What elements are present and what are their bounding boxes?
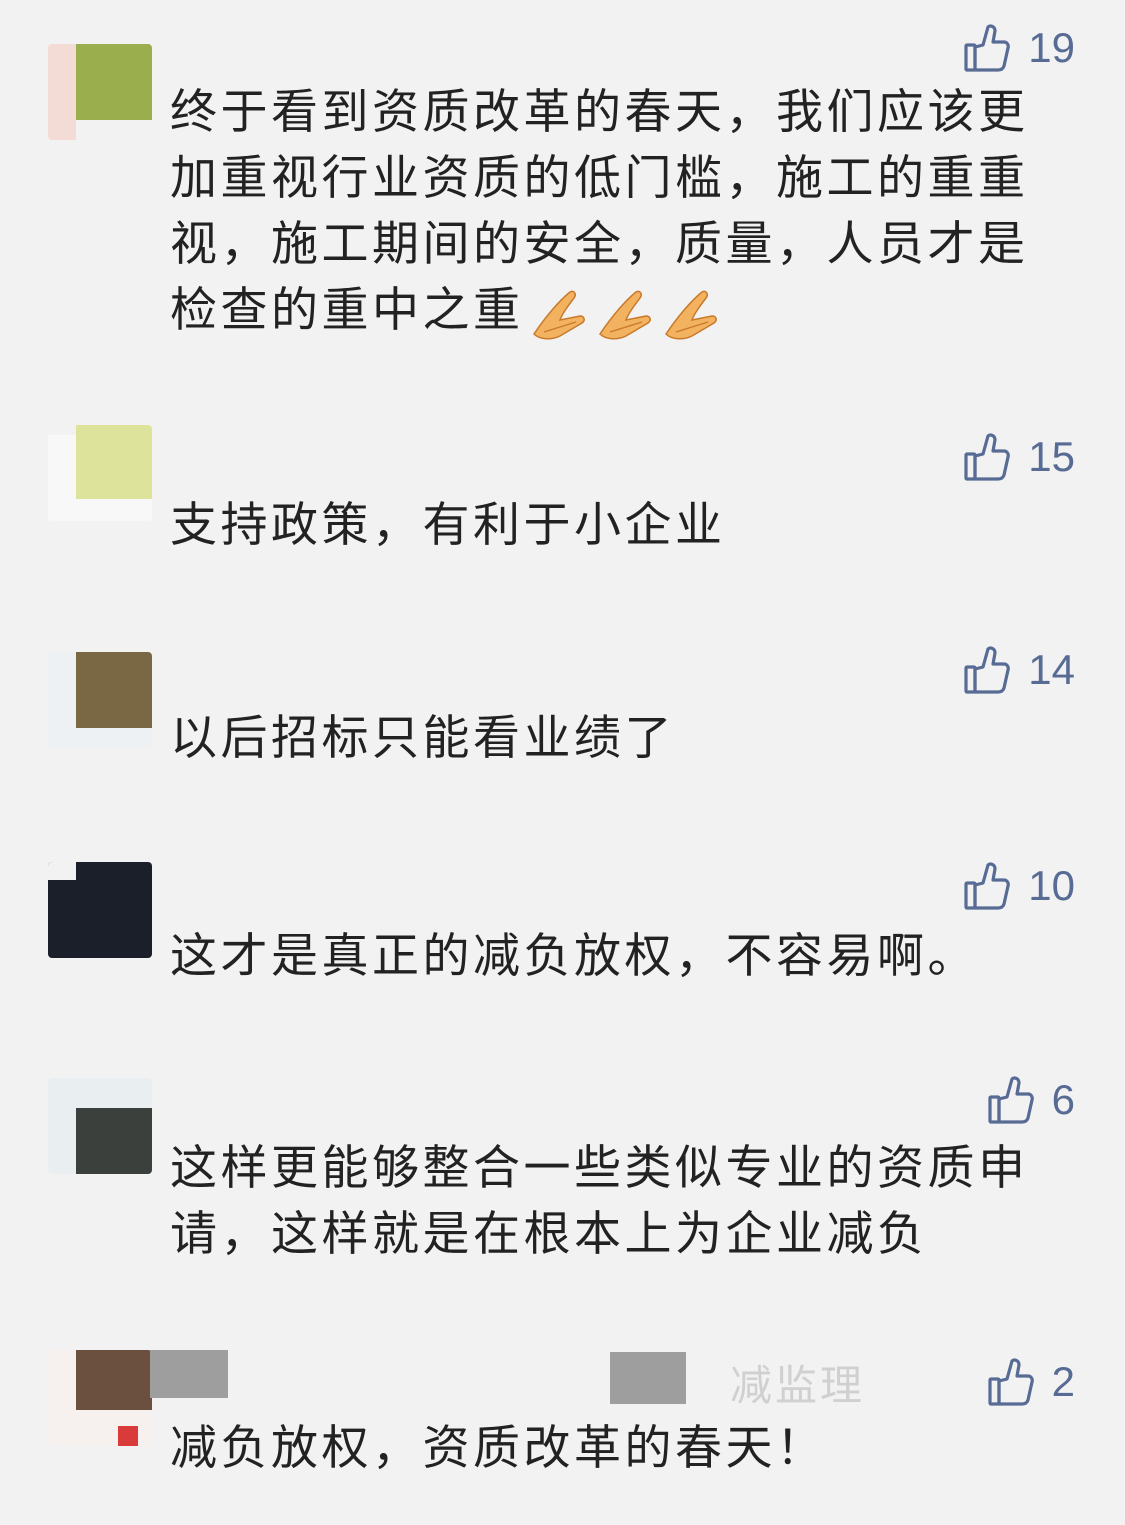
like-button[interactable]: 15 <box>964 427 1075 487</box>
comment-text: 这才是真正的减负放权，不容易啊。 <box>170 929 978 984</box>
commenter-name-text: 减监理 <box>730 1361 866 1410</box>
emoji-row <box>530 286 728 342</box>
praying-hands-icon <box>598 290 651 339</box>
like-button[interactable]: 14 <box>964 640 1075 700</box>
like-count: 19 <box>1028 24 1075 71</box>
avatar[interactable] <box>48 425 152 521</box>
praying-hands-icon <box>532 290 585 339</box>
comment-text: 减负放权，资质改革的春天！ <box>170 1421 827 1476</box>
comment-text: 以后招标只能看业绩了 <box>170 711 675 766</box>
like-button[interactable]: 19 <box>964 18 1075 78</box>
avatar[interactable] <box>48 652 152 748</box>
like-button[interactable]: 10 <box>964 856 1075 916</box>
thumbs-up-icon <box>964 646 1011 694</box>
like-count: 6 <box>1051 1076 1075 1123</box>
like-count: 10 <box>1028 862 1075 909</box>
like-button[interactable]: 6 <box>988 1070 1075 1130</box>
avatar[interactable] <box>48 44 152 140</box>
comment-text: 支持政策，有利于小企业 <box>170 498 726 553</box>
like-count: 15 <box>1028 433 1075 480</box>
praying-hands-icon <box>664 290 717 339</box>
thumbs-up-icon <box>964 24 1011 72</box>
thumbs-up-icon <box>964 433 1011 481</box>
comment-text: 终于看到资质改革的春天，我们应该更加重视行业资质的低门槛，施工的重重视，施工期间… <box>170 80 1050 344</box>
thumbs-up-icon <box>988 1358 1034 1406</box>
commenter-name[interactable]: 减监理 <box>150 1350 890 1420</box>
like-count: 2 <box>1051 1358 1075 1405</box>
like-count: 14 <box>1028 646 1075 693</box>
comment-text: 这样更能够整合一些类似专业的资质申请，这样就是在根本上为企业减负 <box>170 1141 1029 1262</box>
avatar[interactable] <box>48 1350 152 1446</box>
like-button[interactable]: 2 <box>988 1352 1075 1412</box>
avatar[interactable] <box>48 1078 152 1174</box>
avatar[interactable] <box>48 862 152 958</box>
thumbs-up-icon <box>988 1076 1034 1124</box>
thumbs-up-icon <box>964 862 1011 910</box>
